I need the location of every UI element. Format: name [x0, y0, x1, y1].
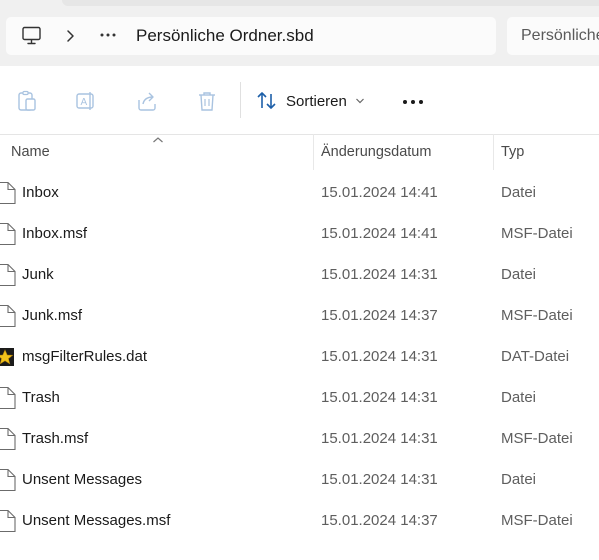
- file-row[interactable]: Inbox.msf 15.01.2024 14:41 MSF-Datei: [0, 213, 599, 254]
- svg-text:A: A: [81, 97, 88, 108]
- sort-arrows-icon: [257, 92, 276, 109]
- file-type: Datei: [501, 389, 537, 406]
- sort-ascending-indicator-icon: [153, 137, 163, 143]
- column-divider[interactable]: [493, 134, 494, 170]
- file-name: Unsent Messages: [22, 471, 143, 488]
- file-name: msgFilterRules.dat: [22, 348, 148, 365]
- file-type: MSF-Datei: [501, 512, 573, 529]
- blank-file-icon: [0, 181, 16, 205]
- file-type: MSF-Datei: [501, 307, 573, 324]
- file-modified-date: 15.01.2024 14:31: [321, 266, 438, 283]
- breadcrumb-current-folder[interactable]: Persönliche Ordner.sbd: [136, 26, 314, 46]
- tab-strip-corner: [0, 0, 62, 8]
- search-input[interactable]: Persönliche Ordner.sbd durchsuchen: [507, 17, 599, 55]
- file-row[interactable]: Junk 15.01.2024 14:31 Datei: [0, 254, 599, 295]
- file-name: Trash: [22, 389, 60, 406]
- blank-file-icon: [0, 427, 16, 451]
- column-header-name[interactable]: Name: [11, 144, 50, 160]
- file-row[interactable]: Unsent Messages.msf 15.01.2024 14:37 MSF…: [0, 500, 599, 541]
- blank-file-icon: [0, 509, 16, 533]
- file-type: MSF-Datei: [501, 225, 573, 242]
- rename-icon[interactable]: A: [75, 90, 97, 112]
- chevron-down-icon: [355, 98, 364, 104]
- file-row[interactable]: Junk.msf 15.01.2024 14:37 MSF-Datei: [0, 295, 599, 336]
- delete-icon[interactable]: [196, 90, 218, 112]
- toolbar-separator: [240, 82, 241, 118]
- file-modified-date: 15.01.2024 14:37: [321, 512, 438, 529]
- command-bar: A Sortieren: [0, 66, 599, 135]
- file-row[interactable]: Trash.msf 15.01.2024 14:31 MSF-Datei: [0, 418, 599, 459]
- file-modified-date: 15.01.2024 14:31: [321, 471, 438, 488]
- column-header-row: Name Änderungsdatum Typ: [0, 134, 599, 170]
- more-options-icon[interactable]: [402, 99, 424, 105]
- blank-file-icon: [0, 386, 16, 410]
- file-name: Inbox.msf: [22, 225, 88, 242]
- file-name: Junk: [22, 266, 54, 283]
- file-modified-date: 15.01.2024 14:31: [321, 430, 438, 447]
- file-modified-date: 15.01.2024 14:37: [321, 307, 438, 324]
- file-type: Datei: [501, 471, 537, 488]
- more-path-icon[interactable]: [99, 27, 117, 43]
- column-header-date[interactable]: Änderungsdatum: [321, 144, 431, 160]
- sort-button-label: Sortieren: [286, 92, 347, 110]
- star-file-icon: [0, 348, 14, 366]
- paste-icon[interactable]: [16, 90, 38, 112]
- file-name: Inbox: [22, 184, 59, 201]
- file-modified-date: 15.01.2024 14:41: [321, 225, 438, 242]
- file-type: DAT-Datei: [501, 348, 570, 365]
- file-row[interactable]: Unsent Messages 15.01.2024 14:31 Datei: [0, 459, 599, 500]
- file-type: Datei: [501, 266, 537, 283]
- file-type: MSF-Datei: [501, 430, 573, 447]
- address-box[interactable]: Persönliche Ordner.sbd: [6, 17, 496, 55]
- file-type: Datei: [501, 184, 537, 201]
- column-divider[interactable]: [313, 134, 314, 170]
- blank-file-icon: [0, 304, 16, 328]
- file-modified-date: 15.01.2024 14:31: [321, 389, 438, 406]
- share-icon[interactable]: [136, 90, 158, 112]
- file-row[interactable]: Inbox 15.01.2024 14:41 Datei: [0, 172, 599, 213]
- blank-file-icon: [0, 263, 16, 287]
- window-top-strip: [0, 0, 599, 8]
- blank-file-icon: [0, 468, 16, 492]
- file-name: Junk.msf: [22, 307, 83, 324]
- this-pc-icon[interactable]: [21, 26, 43, 46]
- file-name: Trash.msf: [22, 430, 89, 447]
- file-modified-date: 15.01.2024 14:41: [321, 184, 438, 201]
- search-placeholder: Persönliche Ordner.sbd durchsuchen: [521, 27, 599, 44]
- file-modified-date: 15.01.2024 14:31: [321, 348, 438, 365]
- tab-strip: [62, 0, 599, 6]
- sort-button[interactable]: Sortieren: [256, 86, 365, 116]
- file-row[interactable]: Trash 15.01.2024 14:31 Datei: [0, 377, 599, 418]
- chevron-right-icon[interactable]: [64, 28, 76, 44]
- blank-file-icon: [0, 222, 16, 246]
- column-header-type[interactable]: Typ: [501, 144, 524, 160]
- file-name: Unsent Messages.msf: [22, 512, 171, 529]
- address-bar: Persönliche Ordner.sbd Persönliche Ordne…: [0, 8, 599, 66]
- file-row[interactable]: msgFilterRules.dat 15.01.2024 14:31 DAT-…: [0, 336, 599, 377]
